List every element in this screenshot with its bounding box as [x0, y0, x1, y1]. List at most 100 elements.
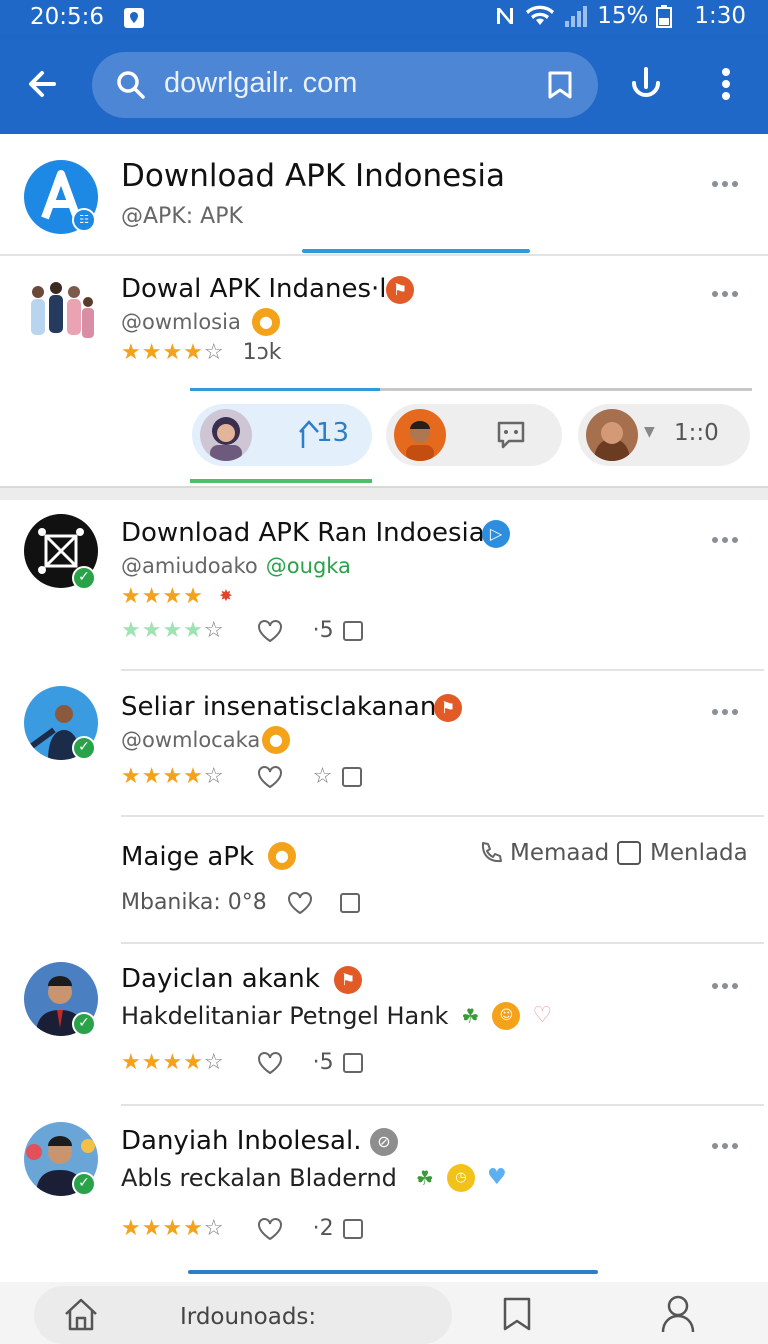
list-item[interactable]: ✓ Seliar insenatisclakanan ⚑ @owmlocaka …	[4, 670, 764, 815]
tab-indicator	[302, 249, 530, 253]
lollipop-emoji-icon: ●	[252, 308, 280, 336]
checkbox-icon	[616, 840, 642, 866]
item-handle: @amiudoako	[121, 554, 258, 578]
location-icon	[122, 6, 146, 30]
flag-emoji-icon: ⚑	[434, 694, 462, 722]
face-emoji-icon: ☺	[492, 1002, 521, 1030]
blocked-icon: ⊘	[370, 1128, 398, 1156]
more-options-icon[interactable]	[712, 1134, 744, 1149]
list-item[interactable]: ✓ Danyiah Inbolesal. ⊘ Abls reckalan Bla…	[4, 1106, 764, 1266]
publisher-handle: @APK: APK	[121, 204, 243, 229]
profile-nav-icon[interactable]	[660, 1294, 696, 1334]
battery-text: 15%	[597, 3, 649, 29]
verified-icon: ✓	[72, 1012, 96, 1036]
bookmark-nav-icon[interactable]	[500, 1296, 534, 1332]
nav-label: Irdounoads:	[180, 1304, 317, 1330]
chat-icon	[496, 420, 526, 450]
phone-icon	[478, 840, 504, 866]
item-count: ·5	[312, 1050, 334, 1075]
star-icon: ★★★★	[121, 618, 204, 643]
verified-icon: ✓	[72, 566, 96, 590]
item-actions: ★★★★ ☆ ·5	[121, 1050, 364, 1075]
item-actions: ★★★★ ☆ ·5	[121, 618, 364, 643]
rating-count: 1ɔk	[242, 340, 282, 365]
item-subtitle: Hakdelitaniar Petngel Hank	[121, 1002, 449, 1030]
publisher-header[interactable]: ☷ Download APK Indonesia @APK: APK	[0, 134, 768, 254]
home-icon	[62, 1296, 100, 1332]
more-options-icon[interactable]	[712, 974, 744, 989]
scroll-indicator	[188, 1270, 598, 1274]
star-icon: ★★★★	[121, 583, 204, 609]
star-empty-icon: ☆	[203, 618, 225, 643]
more-options-icon[interactable]	[712, 528, 744, 543]
item-handles: @amiudoako @ougka	[121, 554, 351, 578]
item-stars: ★★★★ ✸	[121, 582, 240, 610]
chip-label: 1::0	[674, 420, 719, 446]
flag-emoji-icon: ⚑	[334, 966, 362, 994]
list-item[interactable]: Maige aPk ● Memaad Menlada Mbanika: 0°8	[4, 816, 764, 942]
more-options-icon[interactable]	[712, 700, 744, 715]
star-empty-icon: ☆	[203, 764, 225, 789]
item-actions: ★★★★ ☆ ·2	[121, 1216, 364, 1241]
download-action[interactable]: Menlada	[616, 840, 748, 866]
list-item[interactable]: ✓ Download APK Ran Indoesia ▷ @amiudoako…	[4, 500, 764, 670]
flag-emoji-icon: ⚑	[386, 276, 414, 304]
lollipop-emoji-icon: ●	[262, 726, 290, 754]
story-chip[interactable]: ▼ 1::0	[578, 404, 750, 466]
item-title: Seliar insenatisclakanan	[121, 692, 437, 722]
checkbox-icon[interactable]	[342, 620, 364, 642]
signal-icon	[563, 5, 589, 27]
more-options-icon[interactable]	[712, 282, 744, 297]
apk-badge-icon: ☷	[72, 208, 96, 232]
feed-list: ✓ Download APK Ran Indoesia ▷ @amiudoako…	[4, 500, 764, 1282]
profile-card: Dowal APK Indanes·l ⚑ @owmlosia ● ★★★★ ☆ …	[0, 256, 768, 486]
more-options-icon[interactable]	[712, 172, 744, 187]
heart-icon[interactable]	[257, 765, 283, 789]
leaf-emoji-icon: ☘	[461, 1004, 480, 1028]
verified-icon: ✓	[72, 1172, 96, 1196]
checkbox-icon[interactable]	[341, 766, 363, 788]
url-text: dowrlgailr. com	[164, 67, 358, 99]
story-chip[interactable]: 13	[192, 404, 372, 466]
status-time: 20:5:6	[30, 4, 105, 30]
scroll-thumb	[190, 388, 380, 391]
avatar	[586, 409, 638, 461]
mute-icon	[493, 4, 517, 28]
nav-home-pill[interactable]: Irdounoads:	[34, 1286, 452, 1344]
action-label: Memaad	[510, 840, 610, 866]
bookmark-icon[interactable]	[546, 70, 574, 100]
search-icon	[116, 70, 146, 100]
item-handle: @owmlocaka	[121, 728, 261, 752]
list-item[interactable]: ✓ Dayiclan akank ⚑ Hakdelitaniar Petngel…	[4, 944, 764, 1104]
profile-title: Dowal APK Indanes·l	[121, 274, 387, 304]
avatar	[200, 409, 252, 461]
back-arrow-icon[interactable]	[24, 66, 60, 102]
heart-icon[interactable]	[257, 619, 283, 643]
item-subtitle: Abls reckalan Bladernd	[121, 1164, 397, 1192]
profile-rating: ★★★★ ☆ 1ɔk	[121, 340, 281, 365]
item-subtitle-row: Abls reckalan Bladernd ☘ ◷ ♥	[121, 1164, 511, 1192]
call-action[interactable]: Memaad	[478, 840, 609, 866]
checkbox-icon[interactable]	[342, 1218, 364, 1240]
heart-icon[interactable]	[257, 1217, 283, 1241]
checkbox-icon[interactable]	[342, 1052, 364, 1074]
story-chip[interactable]	[386, 404, 562, 466]
heart-icon[interactable]	[287, 891, 313, 915]
star-outline-icon[interactable]: ☆	[313, 764, 334, 789]
download-icon[interactable]	[628, 66, 664, 102]
browser-toolbar: dowrlgailr. com	[0, 38, 768, 134]
item-meta-row: Mbanika: 0°8	[121, 890, 361, 915]
wifi-icon	[525, 4, 555, 28]
status-bar: 20:5:6 15% 1:30	[0, 0, 768, 38]
chevron-down-icon: ▼	[644, 424, 655, 440]
item-title: Dayiclan akank	[121, 964, 320, 994]
item-count: ·2	[312, 1216, 334, 1241]
profile-handle: @owmlosia	[121, 310, 241, 334]
item-handle-secondary: @ougka	[265, 554, 351, 578]
avatar	[394, 409, 446, 461]
heart-icon[interactable]	[257, 1051, 283, 1075]
overflow-menu-icon[interactable]	[718, 66, 734, 102]
address-bar[interactable]: dowrlgailr. com	[92, 52, 598, 118]
checkbox-icon[interactable]	[339, 892, 361, 914]
battery-icon	[656, 4, 673, 28]
